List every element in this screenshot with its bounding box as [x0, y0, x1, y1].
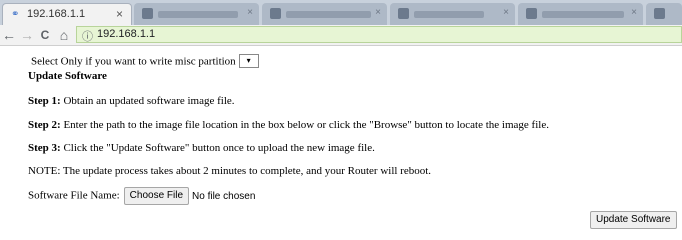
tab-close-icon[interactable]: × — [503, 7, 509, 18]
address-url[interactable]: 192.168.1.1 — [97, 28, 155, 40]
page-title: Update Software — [28, 70, 107, 82]
tab-title: 192.168.1.1 — [27, 8, 86, 20]
choose-file-button[interactable]: Choose File — [123, 187, 190, 205]
info-icon[interactable]: ⓘ — [82, 28, 93, 44]
misc-partition-label: Select Only if you want to write misc pa… — [31, 55, 236, 68]
step-label: Step 2: — [28, 119, 61, 131]
tab-background[interactable] — [646, 3, 682, 25]
tab-blurred-title — [542, 11, 624, 18]
tab-close-icon[interactable]: × — [116, 7, 123, 21]
tab-close-icon[interactable]: × — [631, 7, 637, 18]
tab-blurred-title — [414, 11, 484, 18]
step-label: Step 1: — [28, 95, 61, 107]
tab-blurred-title — [158, 11, 238, 18]
step-label: Step 3: — [28, 142, 61, 154]
update-software-button[interactable]: Update Software — [590, 211, 677, 229]
tab-strip: ⚭ 192.168.1.1 × × × × × — [0, 0, 682, 25]
tab-blurred-title — [286, 11, 371, 18]
step-text: Enter the path to the image file locatio… — [63, 119, 549, 131]
tab-close-icon[interactable]: × — [247, 7, 253, 18]
forward-icon[interactable]: → — [18, 25, 36, 45]
page-content: Select Only if you want to write misc pa… — [0, 46, 682, 240]
misc-partition-row: Select Only if you want to write misc pa… — [31, 54, 259, 69]
update-note: NOTE: The update process takes about 2 m… — [28, 165, 432, 177]
tab-active[interactable]: ⚭ 192.168.1.1 × — [2, 3, 132, 25]
step-text: Click the "Update Software" button once … — [63, 142, 375, 154]
step-1: Step 1: Obtain an updated software image… — [28, 95, 235, 107]
file-row: Software File Name: Choose File No file ch… — [28, 187, 255, 205]
tab-background[interactable]: × — [262, 3, 387, 25]
tab-background[interactable]: × — [390, 3, 515, 25]
tab-background[interactable]: × — [518, 3, 643, 25]
network-icon: ⚭ — [11, 9, 20, 20]
chevron-down-icon: ▾ — [246, 56, 251, 65]
home-icon[interactable]: ⌂ — [55, 25, 73, 45]
tab-close-icon[interactable]: × — [375, 7, 381, 18]
back-icon[interactable]: ← — [0, 25, 18, 45]
favicon-icon — [526, 8, 537, 19]
tab-background[interactable]: × — [134, 3, 259, 25]
favicon-icon — [270, 8, 281, 19]
no-file-text: No file chosen — [192, 190, 256, 202]
misc-partition-select[interactable]: ▾ — [238, 54, 259, 68]
favicon-icon — [142, 8, 153, 19]
step-2: Step 2: Enter the path to the image file… — [28, 119, 549, 131]
address-bar[interactable]: ⓘ 192.168.1.1 — [76, 26, 682, 43]
reload-icon[interactable]: C — [36, 25, 54, 45]
favicon-icon — [654, 8, 665, 19]
step-3: Step 3: Click the "Update Software" butt… — [28, 142, 375, 154]
step-text: Obtain an updated software image file. — [63, 95, 235, 107]
browser-toolbar: ← → C ⌂ ⓘ 192.168.1.1 — [0, 25, 682, 46]
file-label: Software File Name: — [28, 189, 120, 202]
favicon-icon — [398, 8, 409, 19]
